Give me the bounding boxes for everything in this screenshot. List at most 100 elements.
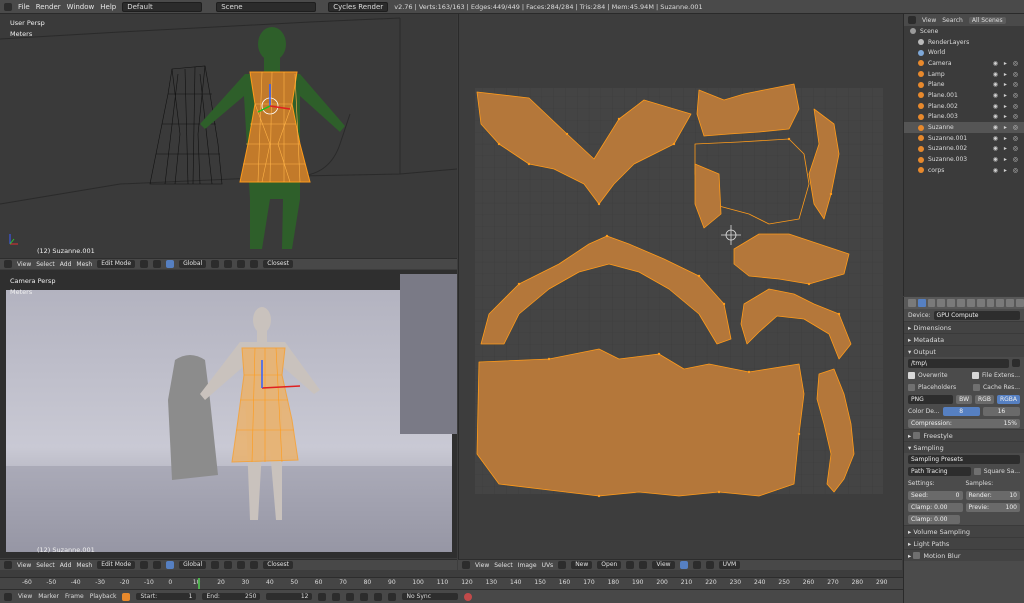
editor-type-icon[interactable] <box>908 16 916 24</box>
menu-select[interactable]: Select <box>494 562 513 569</box>
editor-type-icon[interactable] <box>4 592 12 601</box>
layout-selector[interactable]: Default <box>122 1 203 12</box>
play-reverse-icon[interactable] <box>346 592 355 601</box>
image-browse-icon[interactable] <box>558 561 567 569</box>
visibility-icons[interactable]: ◉ ▸ ◎ <box>993 92 1020 99</box>
color-depth-8-button[interactable]: 8 <box>942 406 980 416</box>
outliner-item[interactable]: Plane.001 ◉ ▸ ◎ <box>904 90 1024 101</box>
outliner-item[interactable]: Plane.003 ◉ ▸ ◎ <box>904 112 1024 123</box>
panel-metadata[interactable]: ▸ Metadata <box>904 333 1024 345</box>
visibility-icons[interactable]: ◉ ▸ ◎ <box>993 167 1020 174</box>
menu-view[interactable]: View <box>18 593 32 600</box>
seed-field[interactable]: Seed: 0 <box>908 490 963 500</box>
world-tab-icon[interactable] <box>947 299 956 307</box>
device-selector[interactable]: GPU Compute <box>933 310 1020 320</box>
clamp-direct-field[interactable]: Clamp: 0.00 <box>908 502 963 512</box>
menu-mesh[interactable]: Mesh <box>76 261 92 268</box>
mode-selector[interactable]: Edit Mode <box>97 561 136 569</box>
outliner-item[interactable]: RenderLayers <box>904 37 1024 48</box>
render-tab-icon[interactable] <box>917 299 926 307</box>
menu-playback[interactable]: Playback <box>90 593 117 600</box>
edge-select-icon[interactable] <box>224 260 233 268</box>
menu-view[interactable]: View <box>17 562 31 569</box>
snap-icon[interactable] <box>705 561 714 569</box>
outliner-tab-search[interactable]: Search <box>942 17 963 24</box>
menu-render[interactable]: Render <box>36 3 61 11</box>
freestyle-checkbox[interactable] <box>913 432 921 439</box>
menu-select[interactable]: Select <box>36 562 55 569</box>
output-path-field[interactable]: /tmp\ <box>908 358 1009 368</box>
outliner-item[interactable]: Plane.002 ◉ ▸ ◎ <box>904 101 1024 112</box>
new-image-button[interactable]: New <box>571 561 593 569</box>
manipulator-icon[interactable] <box>166 260 175 268</box>
current-frame-field[interactable]: 12 <box>266 593 313 600</box>
bw-button[interactable]: BW <box>956 394 973 404</box>
panel-volume-sampling[interactable]: ▸ Volume Sampling <box>904 525 1024 537</box>
snap-target-selector[interactable]: Closest <box>263 561 294 569</box>
sync-selection-icon[interactable] <box>639 561 648 569</box>
pivot-icon[interactable] <box>626 561 635 569</box>
cache-result-checkbox[interactable] <box>972 383 980 391</box>
outliner-item[interactable]: Plane ◉ ▸ ◎ <box>904 79 1024 90</box>
timeline-ruler[interactable]: -60 -50 -40 -30 -20 -10 0 10 20 30 40 50 60 70 80 90 100… <box>0 577 903 590</box>
menu-view[interactable]: View <box>17 261 31 268</box>
viewport-top[interactable]: User Persp Meters (12) Suzanne.001 <box>0 14 457 258</box>
visibility-icons[interactable]: ◉ ▸ ◎ <box>993 145 1020 152</box>
visibility-icons[interactable]: ◉ ▸ ◎ <box>993 60 1020 67</box>
view-mode-selector[interactable]: View <box>652 561 675 569</box>
constraints-tab-icon[interactable] <box>966 299 975 307</box>
visibility-icons[interactable]: ◉ ▸ ◎ <box>993 81 1020 88</box>
menu-add[interactable]: Add <box>60 562 72 569</box>
jump-start-icon[interactable] <box>318 592 327 601</box>
pivot-icon[interactable] <box>153 561 162 569</box>
outliner-tab-all-scenes[interactable]: All Scenes <box>968 16 1006 24</box>
menu-window[interactable]: Window <box>67 3 95 11</box>
pivot-icon[interactable] <box>153 260 162 268</box>
outliner-item[interactable]: Scene <box>904 26 1024 37</box>
visibility-icons[interactable]: ◉ ▸ ◎ <box>993 124 1020 131</box>
editor-type-icon[interactable] <box>4 2 12 11</box>
prev-keyframe-icon[interactable] <box>332 592 341 601</box>
outliner-item[interactable]: corps ◉ ▸ ◎ <box>904 165 1024 176</box>
play-icon[interactable] <box>360 592 369 601</box>
sync-mode-selector[interactable]: No Sync <box>402 593 459 600</box>
render-engine-selector[interactable]: Cycles Render <box>328 1 389 12</box>
visibility-icons[interactable]: ◉ ▸ ◎ <box>993 135 1020 142</box>
snap-icon[interactable] <box>250 260 259 268</box>
orientation-selector[interactable]: Global <box>179 561 207 569</box>
next-keyframe-icon[interactable] <box>374 592 383 601</box>
mode-selector[interactable]: Edit Mode <box>97 260 136 268</box>
menu-help[interactable]: Help <box>100 3 116 11</box>
menu-uvs[interactable]: UVs <box>542 562 554 569</box>
vertex-select-icon[interactable] <box>211 561 220 569</box>
outliner-tab-view[interactable]: View <box>922 17 936 24</box>
open-image-button[interactable]: Open <box>597 561 622 569</box>
editor-type-icon[interactable] <box>4 561 12 569</box>
menu-frame[interactable]: Frame <box>65 593 84 600</box>
uv-editor[interactable] <box>458 14 902 559</box>
file-format-selector[interactable]: PNG <box>908 394 954 404</box>
menu-view[interactable]: View <box>475 562 489 569</box>
editor-type-icon[interactable] <box>908 299 916 307</box>
proportional-edit-icon[interactable] <box>692 561 701 569</box>
shading-icon[interactable] <box>140 561 149 569</box>
outliner-item[interactable]: Suzanne.003 ◉ ▸ ◎ <box>904 154 1024 165</box>
viewport-bottom[interactable]: Camera Persp Meters (12) Suzanne.001 <box>0 270 457 558</box>
uv-map-selector[interactable]: UVM <box>718 561 741 569</box>
visibility-icons[interactable]: ◉ ▸ ◎ <box>993 103 1020 110</box>
placeholders-checkbox[interactable] <box>908 383 915 391</box>
visibility-icons[interactable]: ◉ ▸ ◎ <box>993 156 1020 163</box>
end-frame-field[interactable]: End: 250 <box>202 593 261 600</box>
menu-file[interactable]: File <box>18 3 30 11</box>
rgb-button[interactable]: RGB <box>975 394 994 404</box>
manipulator-icon[interactable] <box>166 561 175 569</box>
edge-select-icon[interactable] <box>224 561 233 569</box>
outliner-item[interactable]: Suzanne ◉ ▸ ◎ <box>904 122 1024 133</box>
rgba-button[interactable]: RGBA <box>996 394 1020 404</box>
visibility-icons[interactable]: ◉ ▸ ◎ <box>993 113 1020 120</box>
snap-target-selector[interactable]: Closest <box>263 260 294 268</box>
panel-motion-blur[interactable]: ▸ Motion Blur <box>904 549 1024 561</box>
panel-light-paths[interactable]: ▸ Light Paths <box>904 537 1024 549</box>
menu-select[interactable]: Select <box>36 261 55 268</box>
preview-samples-field[interactable]: Previe: 100 <box>965 502 1020 512</box>
